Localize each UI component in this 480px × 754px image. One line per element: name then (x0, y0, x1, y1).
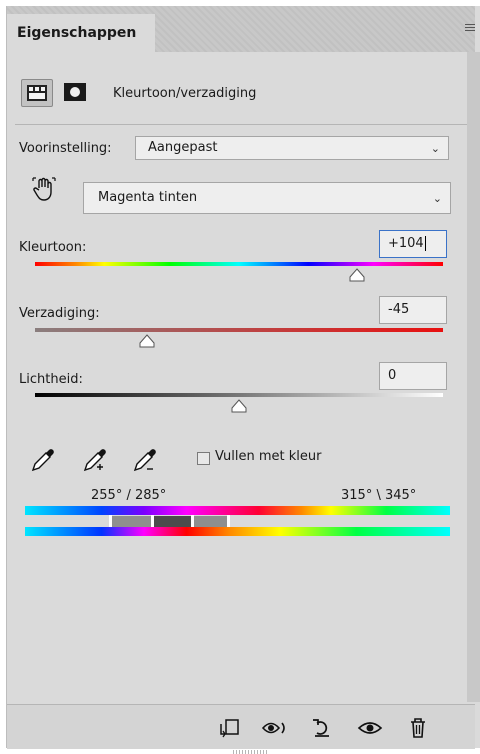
panel-tab-strip: Eigenschappen (7, 6, 475, 52)
saturation-slider-track[interactable] (35, 328, 443, 332)
preset-value: Aangepast (148, 140, 218, 155)
reset-icon[interactable] (309, 715, 335, 741)
eyedropper-icon[interactable] (29, 444, 59, 474)
hue-slider-track[interactable] (35, 262, 443, 266)
delete-icon[interactable] (405, 715, 431, 741)
lightness-value: 0 (388, 368, 397, 383)
hand-adjust-icon[interactable] (29, 174, 59, 204)
preset-select[interactable]: Aangepast ⌄ (135, 136, 449, 160)
saturation-label: Verzadiging: (19, 306, 100, 321)
saturation-value: -45 (388, 302, 410, 317)
resize-grip[interactable] (233, 750, 269, 754)
adjustment-layer-icon[interactable] (21, 79, 53, 107)
colorize-label: Vullen met kleur (215, 449, 322, 464)
lightness-input[interactable]: 0 (379, 362, 447, 390)
hue-label: Kleurtoon: (19, 240, 87, 255)
channel-select[interactable]: Magenta tinten ⌄ (83, 182, 451, 214)
chevron-down-icon: ⌄ (432, 192, 442, 205)
tab-eigenschappen[interactable]: Eigenschappen (7, 14, 155, 52)
range-left-degrees: 255° / 285° (91, 488, 167, 503)
properties-panel: Eigenschappen Kleurtoon/verzadiging Voor… (6, 6, 480, 754)
divider (15, 124, 471, 125)
hue-input[interactable]: +104 (379, 230, 447, 258)
eyedropper-subtract-icon[interactable] (131, 444, 161, 474)
preset-label: Voorinstelling: (19, 141, 112, 156)
clip-to-layer-icon[interactable] (215, 715, 241, 741)
hue-value: +104 (388, 236, 424, 251)
range-core[interactable] (153, 516, 193, 527)
channel-value: Magenta tinten (98, 190, 198, 205)
saturation-input[interactable]: -45 (379, 296, 447, 324)
view-previous-icon[interactable] (261, 715, 287, 741)
scrollbar[interactable] (467, 52, 480, 702)
visibility-icon[interactable] (357, 715, 383, 741)
range-right-degrees: 315° \ 345° (341, 488, 417, 503)
panel-menu-icon[interactable] (465, 24, 475, 34)
adjustment-title: Kleurtoon/verzadiging (113, 86, 257, 101)
tab-label: Eigenschappen (17, 25, 137, 41)
bottom-toolbar (7, 704, 475, 749)
lightness-label: Lichtheid: (19, 372, 83, 387)
colorize-checkbox[interactable] (197, 452, 210, 465)
input-color-bar (25, 506, 450, 515)
layer-mask-icon[interactable] (61, 81, 89, 103)
eyedropper-add-icon[interactable] (81, 444, 111, 474)
adjustment-header: Kleurtoon/verzadiging (7, 52, 475, 122)
output-color-bar (25, 527, 450, 536)
lightness-slider-track[interactable] (35, 393, 443, 397)
chevron-down-icon: ⌄ (430, 142, 440, 155)
